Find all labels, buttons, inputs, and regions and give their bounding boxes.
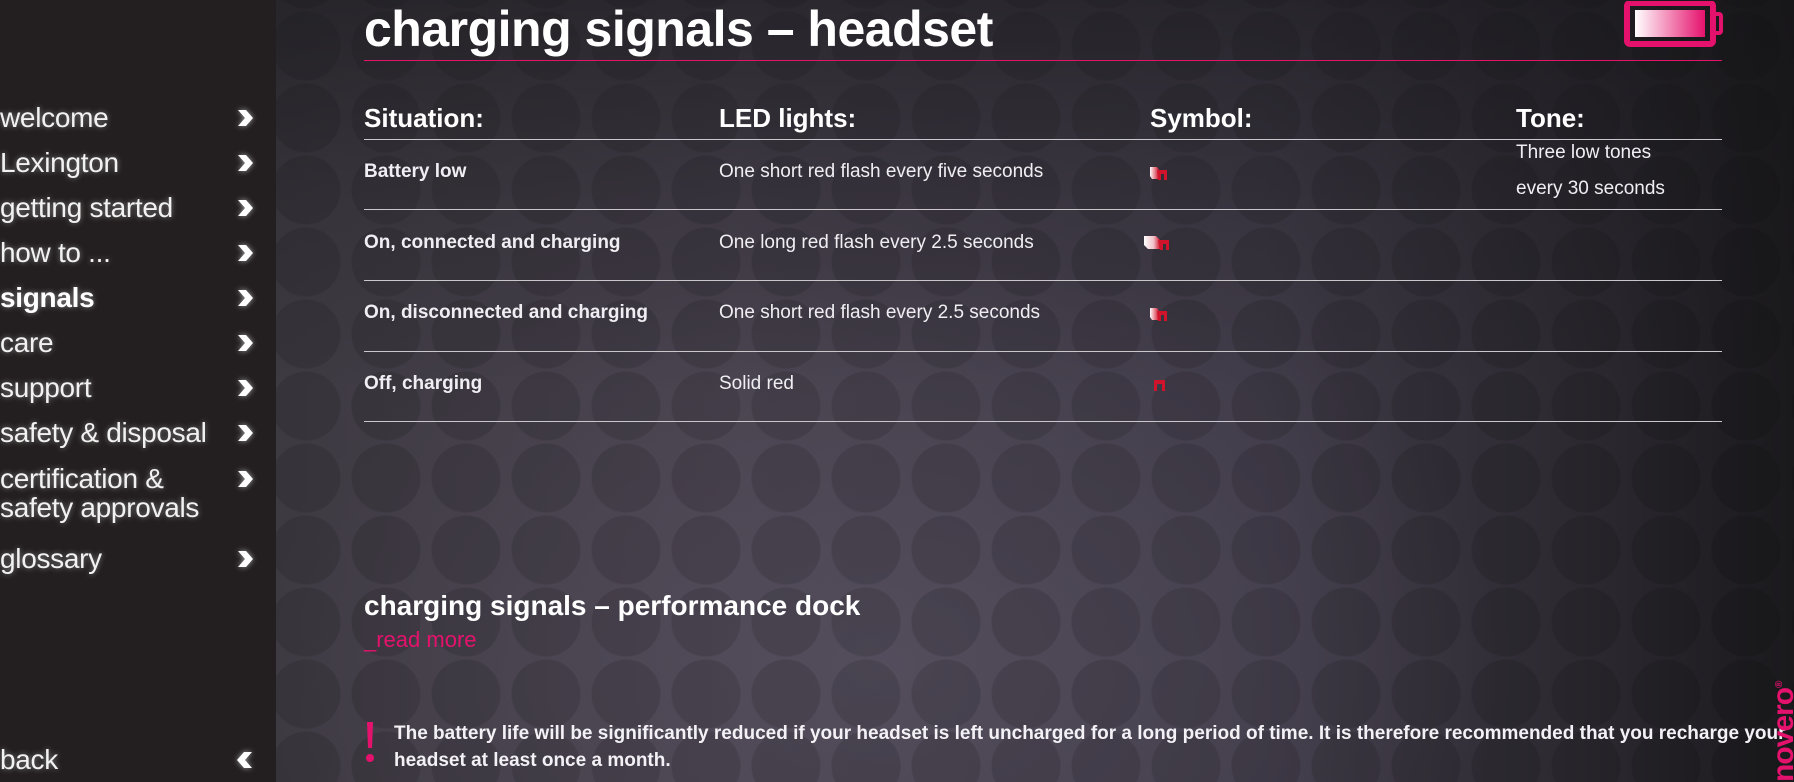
tone-cell-line1: Three low tones (1516, 142, 1652, 163)
registered-mark: ® (1774, 681, 1785, 688)
header-led-lights: LED lights: (719, 103, 857, 133)
sidebar-item-glossary[interactable]: glossary (0, 544, 262, 573)
chevron-right-icon (236, 244, 254, 262)
sidebar-item-lexington[interactable]: Lexington (0, 148, 262, 177)
sidebar-item-label: welcome (0, 102, 109, 133)
situation-cell: Battery low (364, 161, 467, 182)
situation-cell: On, connected and charging (364, 232, 621, 253)
chevron-right-icon (236, 424, 254, 442)
sidebar-item-certification[interactable]: certification & safety approvals (0, 464, 262, 522)
chevron-right-icon (236, 154, 254, 172)
sidebar-item-label: how to ... (0, 237, 111, 268)
sidebar-item-safety-disposal[interactable]: safety & disposal (0, 418, 262, 447)
chevron-right-icon (236, 379, 254, 397)
brand-name: novero (1767, 687, 1794, 782)
sidebar-item-label: safety & disposal (0, 417, 207, 448)
tone-cell-line2: every 30 seconds (1516, 178, 1665, 199)
row-divider (364, 280, 1722, 281)
solid-led-icon (1152, 378, 1168, 396)
sidebar-item-label: glossary (0, 543, 102, 574)
chevron-right-icon (236, 470, 254, 488)
sidebar-item-label: certification & safety approvals (0, 463, 200, 523)
long-flash-led-icon (1142, 234, 1172, 252)
sidebar-nav: welcome Lexington getting started how to… (0, 0, 276, 782)
sidebar-item-label: support (0, 372, 92, 403)
performance-dock-heading: charging signals – performance dock (364, 590, 861, 621)
chevron-right-icon (236, 109, 254, 127)
read-more-link[interactable]: _read more (364, 627, 477, 653)
chevron-right-icon (236, 550, 254, 568)
header-situation: Situation: (364, 103, 484, 133)
row-divider (364, 421, 1722, 422)
situation-cell: Off, charging (364, 373, 483, 394)
title-divider (364, 60, 1722, 61)
back-button[interactable]: back (0, 745, 262, 774)
short-flash-led-icon (1147, 164, 1171, 182)
short-flash-led-icon (1147, 305, 1171, 323)
header-tone: Tone: (1516, 103, 1585, 133)
chevron-left-icon (236, 751, 254, 769)
sidebar-item-how-to[interactable]: how to ... (0, 238, 262, 267)
sidebar-item-label: getting started (0, 192, 173, 223)
sidebar-item-support[interactable]: support (0, 373, 262, 402)
back-label: back (0, 744, 58, 775)
chevron-right-icon (236, 289, 254, 307)
sidebar-item-signals[interactable]: signals (0, 283, 262, 312)
sidebar-item-label: care (0, 327, 54, 358)
page-title: charging signals – headset (364, 1, 993, 57)
battery-charging-icon (1624, 0, 1724, 52)
chevron-right-icon (236, 334, 254, 352)
chevron-right-icon (236, 199, 254, 217)
led-cell: One short red flash every 2.5 seconds (719, 302, 1041, 323)
sidebar-item-label: signals (0, 282, 95, 313)
led-cell: Solid red (719, 373, 794, 394)
novero-logo: novero® (1765, 682, 1794, 782)
sidebar-item-welcome[interactable]: welcome (0, 103, 262, 132)
sidebar-item-label: Lexington (0, 147, 119, 178)
header-symbol: Symbol: (1150, 103, 1253, 133)
led-cell: One long red flash every 2.5 seconds (719, 232, 1034, 253)
exclamation-icon (366, 722, 374, 764)
sidebar-item-getting-started[interactable]: getting started (0, 193, 262, 222)
row-divider (364, 351, 1722, 352)
battery-warning-text: The battery life will be significantly r… (394, 723, 1786, 771)
main-content: charging signals – headset Situation: LE… (276, 0, 1794, 782)
led-cell: One short red flash every five seconds (719, 161, 1044, 182)
situation-cell: On, disconnected and charging (364, 302, 648, 323)
row-divider (364, 209, 1722, 210)
sidebar-item-care[interactable]: care (0, 328, 262, 357)
